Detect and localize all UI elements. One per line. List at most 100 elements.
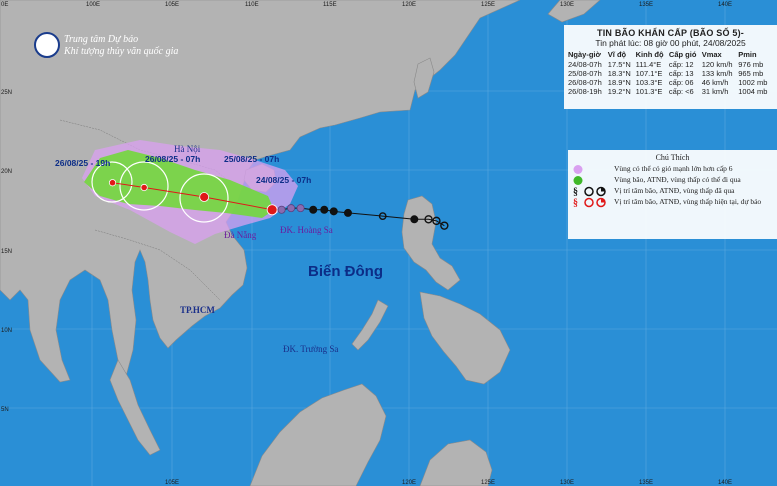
label-truong-sa: ĐK. Trường Sa (283, 344, 338, 354)
legend-text: Vùng bão, ATNĐ, vùng thấp có thể đi qua (614, 175, 741, 184)
table-cell: 101.3°E (635, 87, 663, 96)
table-cell: 103.3°E (635, 78, 663, 87)
lon-tick-top-100: 100E (86, 2, 100, 8)
past-storm-marker (296, 204, 305, 213)
table-cell: 976 mb (738, 60, 764, 69)
table-cell: 26/08-07h (568, 78, 602, 87)
lat-tick-5: 5N (1, 407, 9, 413)
col-header: Pmin (738, 50, 757, 59)
bulletin-issued: Tin phát lúc: 08 giờ 00 phút, 24/08/2025 (595, 38, 746, 48)
lon-tick-top-140: 140E (718, 2, 732, 8)
lon-tick-top-130: 130E (560, 2, 574, 8)
label-hoang-sa: ĐK. Hoàng Sa (280, 225, 333, 235)
table-row: 24/08-07h 17.5°N 111.4°E cấp: 12 120 km/… (568, 60, 773, 69)
agency-header: Trung tâm Dự báo Khí tượng thủy văn quốc… (34, 32, 214, 72)
table-row: 25/08-07h 18.3°N 107.1°E cấp: 13 133 km/… (568, 69, 773, 78)
label-26-07h: 26/08/25 - 07h (145, 154, 200, 164)
forecast-storm-center (199, 192, 210, 202)
agency-name-line1: Trung tâm Dự báo (64, 34, 139, 45)
table-cell: 965 mb (738, 69, 764, 78)
legend-item: § Vị trí tâm bão, ATNĐ, vùng thấp đã qua (572, 186, 773, 197)
table-cell: 17.5°N (607, 60, 631, 69)
col-header: Vmax (701, 50, 722, 59)
bulletin-panel: TIN BÃO KHẨN CẤP (BÃO SỐ 5)- Tin phát lú… (564, 25, 777, 109)
legend-text: Vùng có thể có gió mạnh lớn hơn cấp 6 (614, 164, 733, 173)
lat-tick-15: 15N (1, 249, 12, 255)
table-cell: 107.1°E (635, 69, 663, 78)
table-cell: 25/08-07h (568, 69, 602, 78)
lat-tick-25: 25N (1, 90, 12, 96)
table-row: 26/08-07h 18.9°N 103.3°E cấp: 06 46 km/h… (568, 78, 773, 87)
current-storm-center (266, 204, 278, 216)
legend-item: Vùng bão, ATNĐ, vùng thấp có thể đi qua (572, 175, 773, 186)
past-storm-marker (277, 205, 286, 214)
lon-tick-bottom-120: 120E (402, 480, 416, 486)
col-header: Kinh độ (635, 50, 664, 59)
table-cell: 18.9°N (607, 78, 631, 87)
lon-tick-bottom-105: 105E (165, 480, 179, 486)
table-cell: 46 km/h (701, 78, 729, 87)
past-storm-marker (410, 215, 419, 224)
label-tp-hcm: TP.HCM (180, 305, 215, 315)
legend-item: § Vị trí tâm bão, ATNĐ, vùng thấp hiện t… (572, 197, 773, 208)
legend-panel: Chú Thích Vùng có thể có gió mạnh lớn hơ… (568, 150, 777, 239)
forecast-table-header: Ngày-giờ Vĩ độ Kinh độ Cấp gió Vmax Pmin (568, 50, 773, 60)
legend-text: Vị trí tâm bão, ATNĐ, vùng thấp hiện tại… (614, 197, 762, 206)
label-bien-dong: Biển Đông (308, 263, 383, 280)
agency-name-line2: Khí tượng thủy văn quốc gia (64, 46, 179, 57)
label-ha-noi: Hà Nội (174, 144, 201, 154)
forecast-table: Ngày-giờ Vĩ độ Kinh độ Cấp gió Vmax Pmin… (568, 50, 773, 96)
forecast-storm-symbols-icon: § (573, 197, 606, 208)
past-storm-marker (343, 208, 352, 217)
legend-item: Vùng có thể có gió mạnh lớn hơn cấp 6 (572, 164, 773, 175)
lon-tick-top-125: 125E (481, 2, 495, 8)
table-cell: 133 km/h (701, 69, 733, 78)
table-cell: 120 km/h (701, 60, 733, 69)
col-header: Vĩ độ (607, 50, 627, 59)
legend-text: Vị trí tâm bão, ATNĐ, vùng thấp đã qua (614, 186, 735, 195)
lat-tick-20: 20N (1, 169, 12, 175)
table-cell: 1004 mb (738, 87, 768, 96)
past-storm-marker (320, 205, 329, 214)
table-cell: 26/08-19h (568, 87, 602, 96)
lon-tick-top-135: 135E (639, 2, 653, 8)
bulletin-title: TIN BÃO KHẨN CẤP (BÃO SỐ 5)- (597, 28, 744, 38)
past-storm-marker (309, 205, 318, 214)
purple-zone-icon (573, 165, 583, 174)
label-25-07h: 25/08/25 - 07h (224, 154, 279, 164)
svg-text:§: § (573, 187, 578, 197)
table-cell: 31 km/h (701, 87, 729, 96)
table-cell: cấp: 13 (668, 69, 694, 78)
lon-tick-top-120: 120E (402, 2, 416, 8)
lon-tick-top-115: 115E (323, 2, 337, 8)
forecast-storm-center (108, 179, 117, 187)
table-cell: 19.2°N (607, 87, 631, 96)
lon-tick-bottom-140: 140E (718, 480, 732, 486)
agency-logo (34, 32, 60, 58)
lon-tick-top-110: 110E (245, 2, 259, 8)
corner-label: 0E (1, 2, 8, 8)
past-storm-symbols-icon: § (573, 186, 606, 197)
lon-tick-bottom-135: 135E (639, 480, 653, 486)
lat-tick-10: 10N (1, 328, 12, 334)
forecast-storm-center (140, 183, 148, 192)
svg-text:§: § (573, 198, 578, 208)
legend-title: Chú Thích (655, 153, 690, 162)
col-header: Cấp gió (668, 50, 697, 59)
table-cell: cấp: 06 (668, 78, 694, 87)
label-24-07h: 24/08/25 - 07h (256, 175, 311, 185)
table-cell: 24/08-07h (568, 60, 602, 69)
lon-tick-bottom-130: 130E (560, 480, 574, 486)
table-cell: cấp: 12 (668, 60, 694, 69)
table-cell: cấp: <6 (668, 87, 694, 96)
lon-tick-bottom-125: 125E (481, 480, 495, 486)
col-header: Ngày-giờ (568, 50, 601, 59)
label-da-nang: Đà Nẵng (224, 230, 257, 240)
past-storm-marker (287, 204, 296, 213)
table-cell: 1002 mb (738, 78, 768, 87)
table-cell: 111.4°E (635, 60, 662, 69)
label-26-19h: 26/08/25 - 19h (55, 158, 110, 168)
green-zone-icon (573, 176, 583, 185)
table-row: 26/08-19h 19.2°N 101.3°E cấp: <6 31 km/h… (568, 87, 773, 96)
lon-tick-top-105: 105E (165, 2, 179, 8)
